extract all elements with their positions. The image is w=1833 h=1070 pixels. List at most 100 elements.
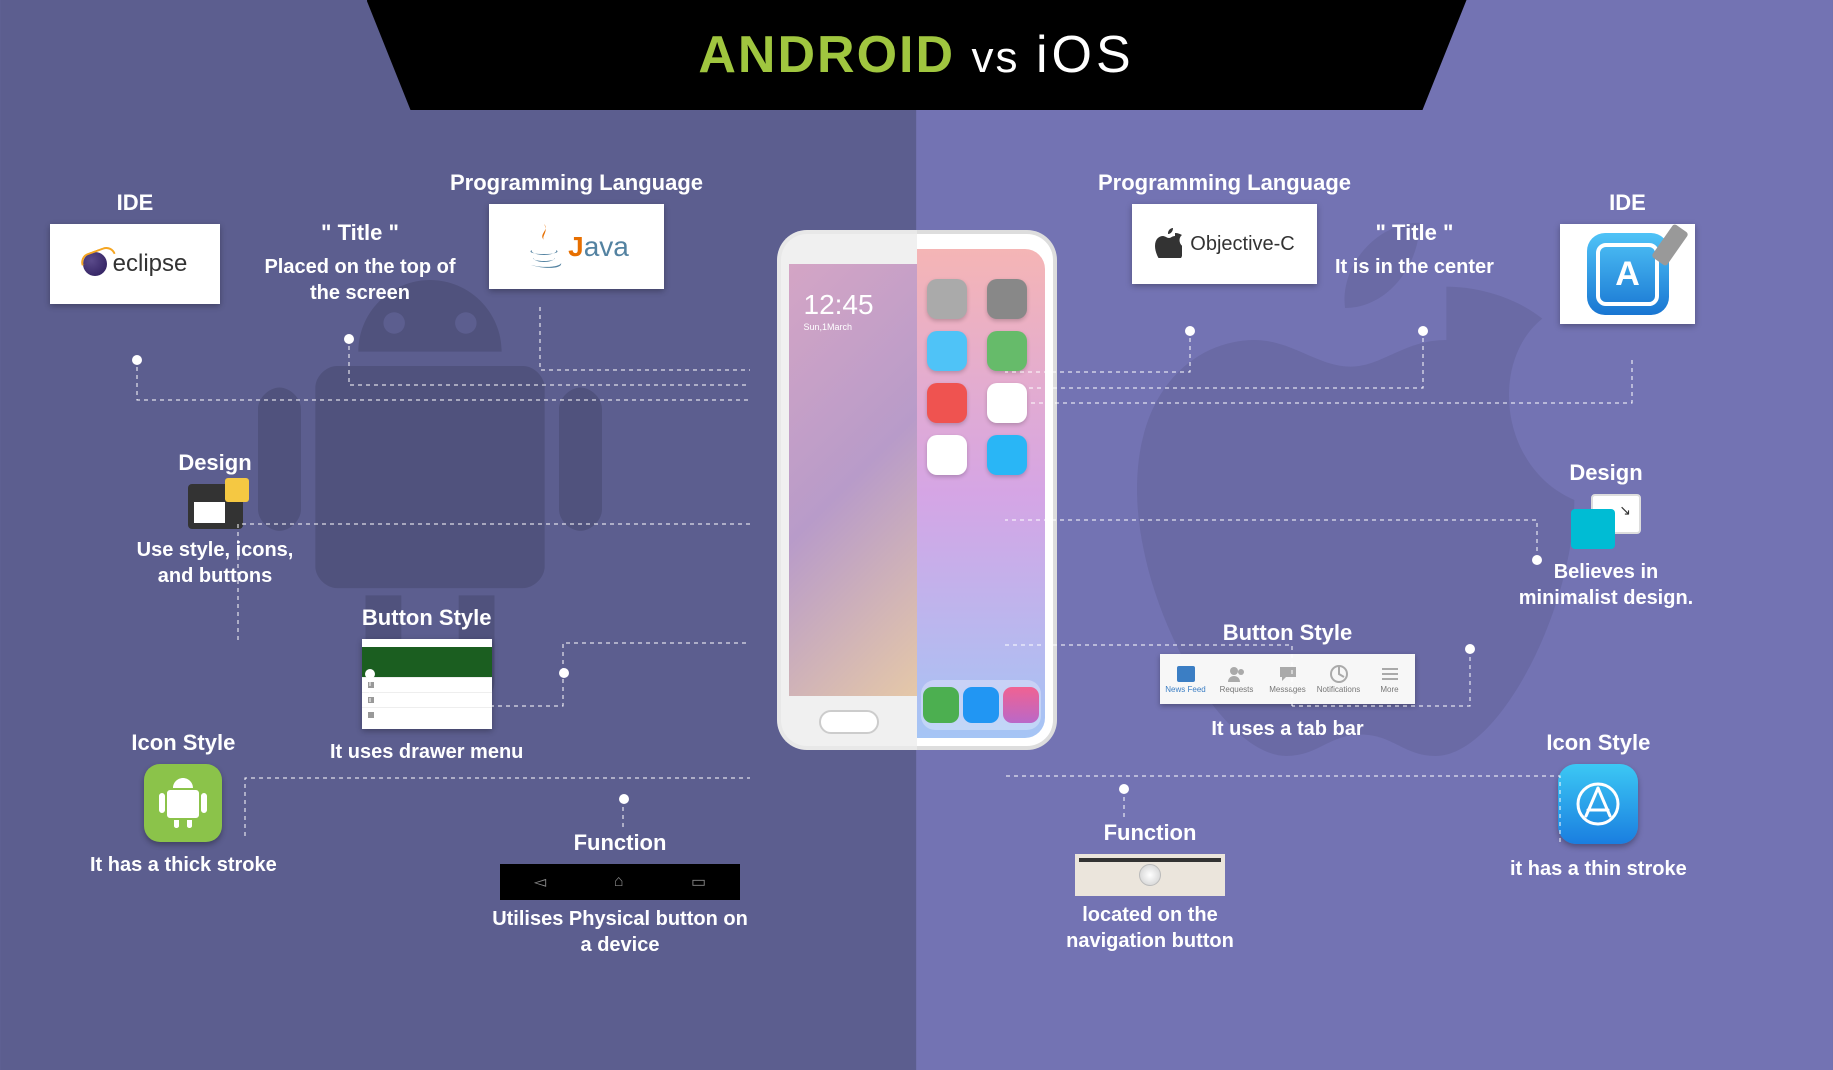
label-lang: Programming Language [450,170,703,196]
xcode-icon: A [1587,233,1669,315]
android-programming-language: Programming Language Java [450,170,703,289]
label-iconstyle: Icon Style [90,730,277,756]
objc-card: Objective-C [1132,204,1317,284]
app-icon [927,435,967,475]
dock-icon [1003,687,1039,723]
android-design-desc: Use style, icons, and buttons [120,537,310,589]
connector-dot [1119,784,1129,794]
label-design: Design [120,450,310,476]
appstore-icon [1558,764,1638,844]
ios-icon-style: Icon Style it has a thin stroke [1510,730,1687,882]
android-home-button [819,710,879,734]
label-lang: Programming Language [1098,170,1351,196]
java-cup-icon [524,222,564,272]
label-button: Button Style [1160,620,1415,646]
banner-ios-text: iOS [1036,26,1135,84]
dock-icon [923,687,959,723]
android-iconstyle-desc: It has a thick stroke [90,852,277,878]
eclipse-text: eclipse [113,250,188,278]
connector-dot [1465,644,1475,654]
home-icon: ⌂ [614,873,624,891]
label-design: Design [1506,460,1706,486]
label-title: " Title " [260,220,460,246]
title-banner: ANDROID vs iOS [367,0,1467,110]
design-icon [188,484,243,529]
recent-icon: ▭ [691,872,706,892]
connector-dot [132,355,142,365]
android-robot-icon [144,764,222,842]
java-text: Java [568,231,629,263]
label-ide: IDE [50,190,220,216]
connector-dot [1532,555,1542,565]
ios-ide: IDE A [1560,190,1695,324]
tab-more: More [1364,654,1415,704]
label-function: Function [1050,820,1250,846]
android-phone-half: 12:45 Sun,1March [777,230,917,750]
tab-newsfeed: News Feed [1160,654,1211,704]
ios-dock [921,680,1041,730]
drawer-card [362,639,492,729]
banner-android-text: ANDROID [698,26,955,84]
app-icon [987,383,1027,423]
android-function-desc: Utilises Physical button on a device [490,906,750,958]
java-logo: Java [524,222,629,272]
split-phone: 12:45 Sun,1March [777,230,1057,750]
ios-design-desc: Believes in minimalist design. [1506,559,1706,611]
label-title: " Title " [1335,220,1494,246]
tab-notifications: Notifications [1313,654,1364,704]
label-function: Function [490,830,750,856]
ios-phone-half [917,230,1057,750]
app-icon [987,279,1027,319]
android-button-style: Button Style It uses drawer menu [330,605,523,765]
banner-vs-text: vs [971,33,1019,82]
connector-dot [365,669,375,679]
app-icon [987,435,1027,475]
phone-date: Sun,1March [804,322,853,332]
ios-button-style: Button Style News Feed Requests Messages… [1160,620,1415,742]
tab-requests: Requests [1211,654,1262,704]
eclipse-card: eclipse [50,224,220,304]
xcode-card: A [1560,224,1695,324]
ios-title: " Title " It is in the center [1335,220,1494,280]
app-icon [927,383,967,423]
ios-iconstyle-desc: it has a thin stroke [1510,856,1687,882]
android-ide: IDE eclipse [50,190,220,304]
label-ide: IDE [1560,190,1695,216]
label-iconstyle: Icon Style [1510,730,1687,756]
connector-dot [1185,326,1195,336]
minimal-design-icon: ↘ [1571,494,1641,549]
ios-nav-bar [1075,854,1225,896]
label-button: Button Style [330,605,523,631]
tab-messages: Messages [1262,654,1313,704]
connector-dot [1418,326,1428,336]
ios-function: Function located on the navigation butto… [1050,820,1250,954]
ios-tabbar: News Feed Requests Messages Notification… [1160,654,1415,704]
java-card: Java [489,204,664,289]
ios-design: Design ↘ Believes in minimalist design. [1506,460,1706,611]
android-function: Function ◅ ⌂ ▭ Utilises Physical button … [490,830,750,958]
apple-icon [1154,226,1182,263]
android-icon-style: Icon Style It has a thick stroke [90,730,277,878]
eclipse-logo: eclipse [83,250,188,278]
ios-title-desc: It is in the center [1335,254,1494,280]
app-icon [987,331,1027,371]
phone-time: 12:45 [804,289,874,321]
ios-home-circle [1139,864,1161,886]
android-button-desc: It uses drawer menu [330,739,523,765]
ios-function-desc: located on the navigation button [1050,902,1250,954]
connector-dot [344,334,354,344]
ios-programming-language: Programming Language Objective-C [1098,170,1351,284]
ios-button-desc: It uses a tab bar [1160,716,1415,742]
android-design: Design Use style, icons, and buttons [120,450,310,589]
eclipse-icon [83,252,107,276]
android-nav-bar: ◅ ⌂ ▭ [500,864,740,900]
back-icon: ◅ [534,872,546,892]
objc-text: Objective-C [1190,233,1294,256]
app-icon [927,331,967,371]
dock-icon [963,687,999,723]
connector-dot [619,794,629,804]
android-title: " Title " Placed on the top of the scree… [260,220,460,306]
app-icon [927,279,967,319]
connector-dot [559,668,569,678]
android-title-desc: Placed on the top of the screen [260,254,460,306]
